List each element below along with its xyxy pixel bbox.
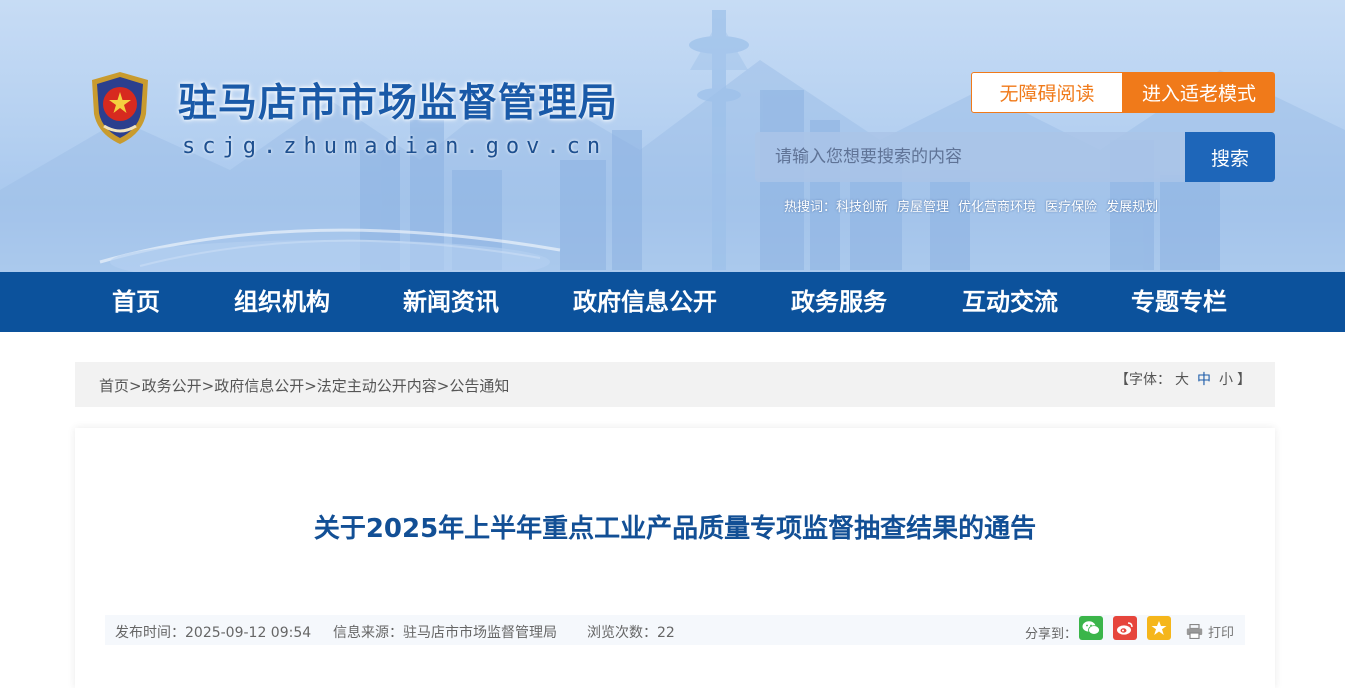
hot-search-label: 热搜词： — [784, 200, 837, 215]
breadcrumb-gov-affairs[interactable]: 政务公开 — [142, 377, 202, 395]
hot-word[interactable]: 发展规划 — [1106, 196, 1158, 215]
site-domain: scjg.zhumadian.gov.cn — [182, 134, 608, 159]
nav-item-gov-info[interactable]: 政府信息公开 — [573, 272, 717, 332]
publish-time: 发布时间：2025-09-12 09:54 — [115, 625, 312, 641]
hot-search-words: 热搜词： 科技创新 房屋管理 优化营商环境 医疗保险 发展规划 — [784, 196, 1158, 215]
breadcrumb-separator: > — [201, 377, 215, 395]
hot-word[interactable]: 科技创新 — [836, 196, 888, 215]
site-title: 驻马店市市场监督管理局 — [178, 81, 619, 126]
weibo-icon[interactable] — [1113, 616, 1137, 640]
breadcrumb-separator: > — [304, 377, 317, 395]
article-meta-bar: 发布时间：2025-09-12 09:54 信息来源：驻马店市市场监督管理局 浏… — [105, 615, 1245, 645]
font-size-switcher: 【字体：大中小】 — [1115, 369, 1251, 389]
print-label: 打印 — [1208, 626, 1235, 641]
nav-item-news[interactable]: 新闻资讯 — [403, 272, 499, 332]
share-label: 分享到： — [1025, 627, 1078, 642]
print-button[interactable]: 打印 — [1186, 622, 1234, 641]
font-size-medium[interactable]: 中 — [1197, 372, 1211, 388]
breadcrumb-gov-info[interactable]: 政府信息公开 — [214, 377, 304, 395]
elder-mode-button[interactable]: 进入适老模式 — [1123, 72, 1275, 113]
breadcrumb-separator: > — [436, 377, 450, 395]
nav-item-home[interactable]: 首页 — [112, 272, 160, 332]
hot-word[interactable]: 房屋管理 — [897, 196, 949, 215]
site-header: 驻马店市市场监督管理局 scjg.zhumadian.gov.cn 无障碍阅读 … — [0, 0, 1345, 272]
printer-icon — [1186, 624, 1203, 639]
nav-item-special-topics[interactable]: 专题专栏 — [1131, 272, 1227, 332]
nav-item-interaction[interactable]: 互动交流 — [962, 272, 1058, 332]
font-size-small[interactable]: 小 — [1219, 372, 1233, 388]
breadcrumb: 首页>政务公开>政府信息公开>法定主动公开内容>公告通知 — [99, 375, 509, 396]
nav-item-organization[interactable]: 组织机构 — [234, 272, 330, 332]
search-button[interactable]: 搜索 — [1185, 132, 1275, 182]
article-title: 关于2025年上半年重点工业产品质量专项监督抽查结果的通告 — [313, 514, 1037, 544]
wechat-icon[interactable] — [1079, 616, 1103, 640]
font-size-large[interactable]: 大 — [1175, 372, 1189, 388]
nav-item-gov-service[interactable]: 政务服务 — [791, 272, 887, 332]
breadcrumb-bar: 首页>政务公开>政府信息公开>法定主动公开内容>公告通知 【字体：大中小】 — [75, 362, 1275, 407]
hot-word[interactable]: 优化营商环境 — [958, 196, 1036, 215]
hot-word[interactable]: 医疗保险 — [1045, 196, 1097, 215]
qzone-star-icon[interactable] — [1147, 616, 1171, 640]
info-source: 信息来源：驻马店市市场监督管理局 — [333, 625, 557, 641]
accessible-reading-button[interactable]: 无障碍阅读 — [971, 72, 1123, 113]
view-count: 浏览次数：22 — [587, 625, 675, 641]
breadcrumb-statutory[interactable]: 法定主动公开内容 — [317, 377, 437, 395]
breadcrumb-home[interactable]: 首页 — [99, 377, 129, 395]
search-input[interactable] — [755, 132, 1186, 182]
font-size-label: 【字体： — [1115, 372, 1171, 388]
main-navigation: 首页 组织机构 新闻资讯 政府信息公开 政务服务 互动交流 专题专栏 — [0, 272, 1345, 332]
article-card: 关于2025年上半年重点工业产品质量专项监督抽查结果的通告 发布时间：2025-… — [75, 428, 1275, 688]
breadcrumb-notices[interactable]: 公告通知 — [449, 377, 509, 395]
font-size-close: 】 — [1237, 372, 1251, 388]
national-emblem-icon — [92, 72, 148, 144]
breadcrumb-separator: > — [129, 377, 142, 395]
